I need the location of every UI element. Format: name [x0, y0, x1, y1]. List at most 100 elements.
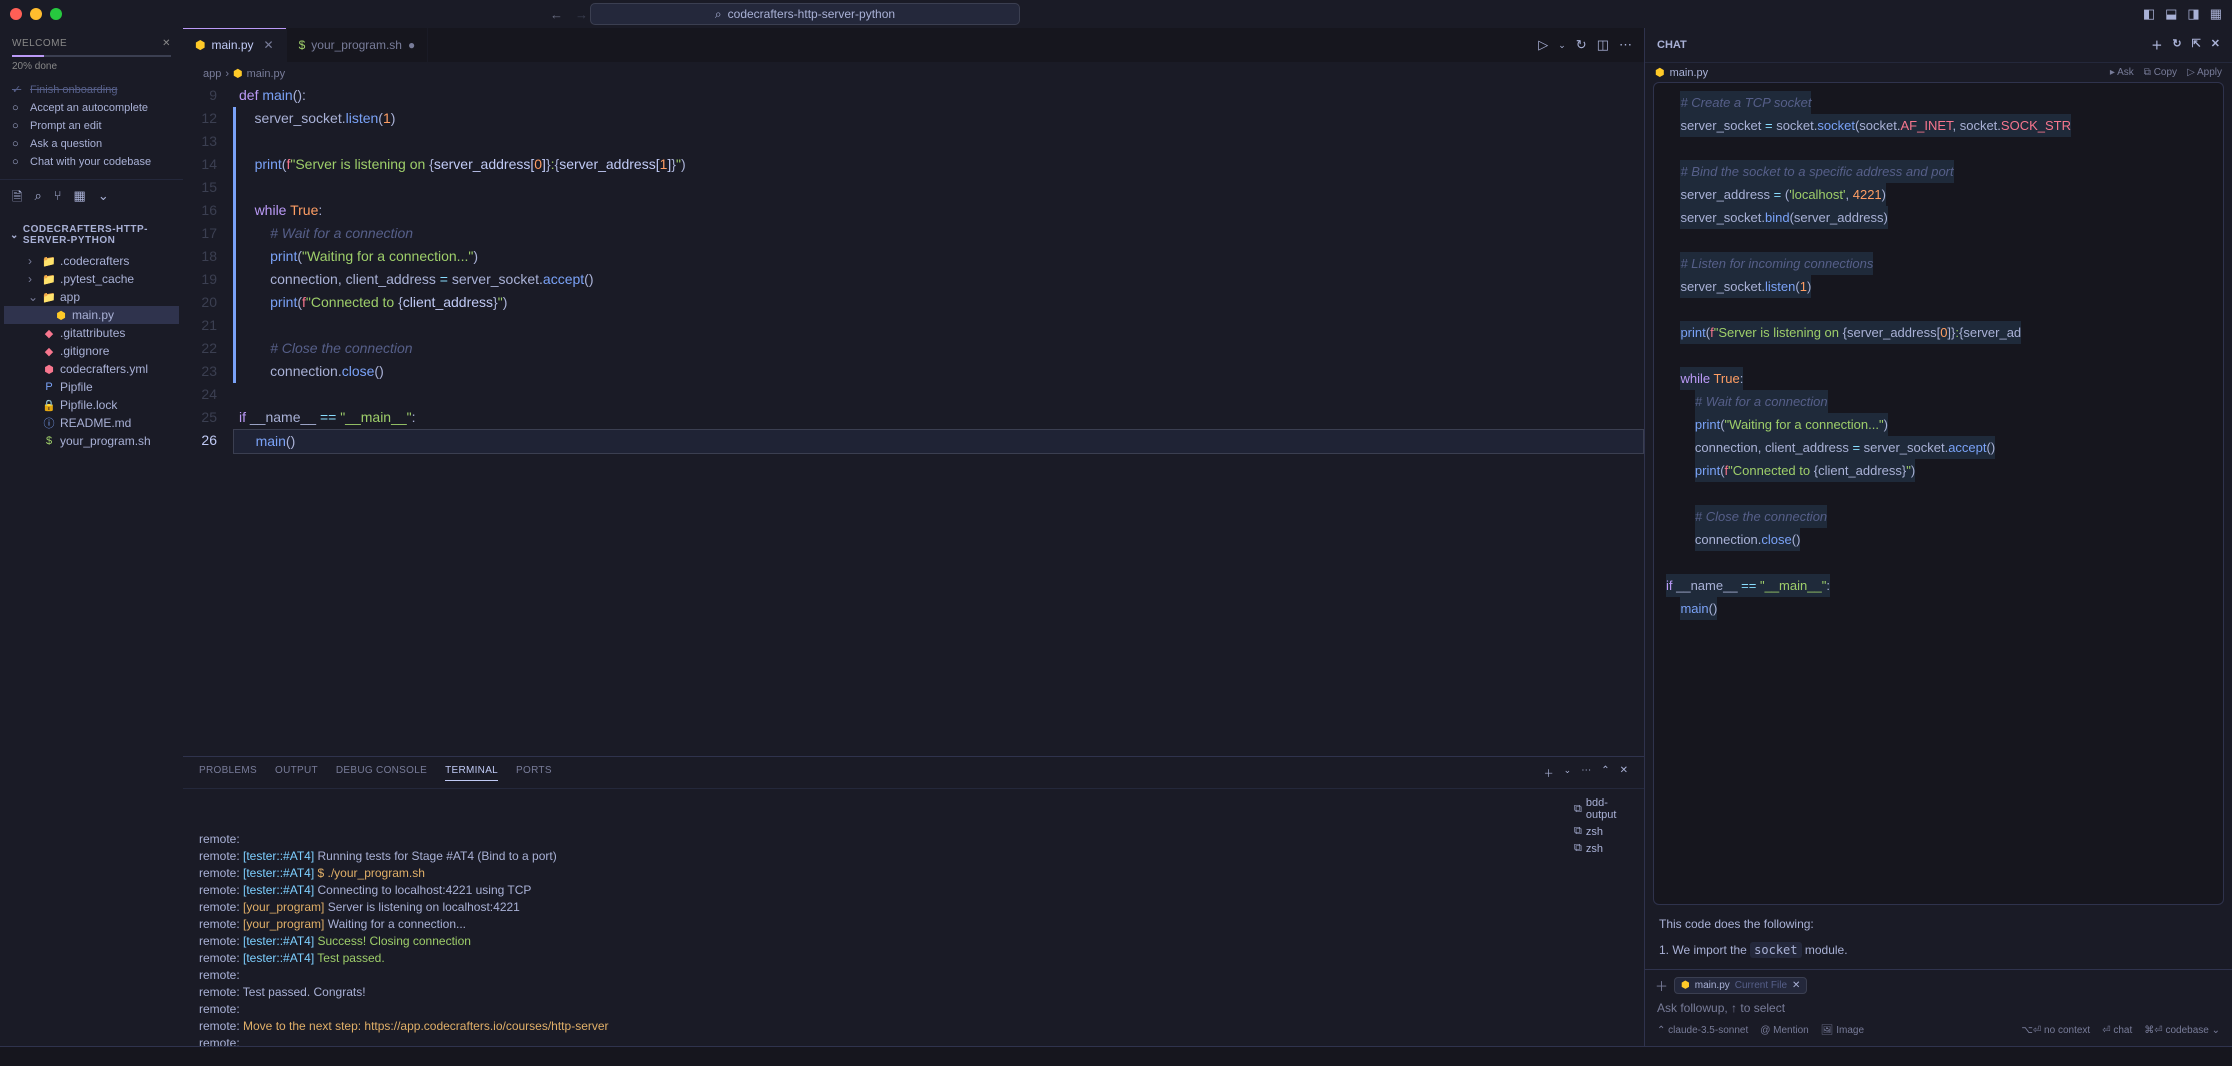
chat-header-title: CHAT	[1657, 39, 1687, 51]
code-editor[interactable]: 9121314151617181920212223242526 def main…	[183, 84, 1644, 756]
tree-item[interactable]: 🔒Pipfile.lock	[4, 396, 179, 414]
chat-code-block[interactable]: # Create a TCP socket server_socket = so…	[1653, 82, 2224, 905]
terminal-tab[interactable]: TERMINAL	[445, 765, 498, 781]
tree-item[interactable]: ⓘREADME.md	[4, 414, 179, 432]
chat-close-icon[interactable]: ✕	[2211, 37, 2220, 53]
welcome-item[interactable]: ○Accept an autocomplete	[0, 99, 183, 117]
search-tool-icon[interactable]: ⌕	[34, 188, 41, 210]
split-editor-icon[interactable]: ◫	[1597, 37, 1609, 53]
tree-item[interactable]: $your_program.sh	[4, 432, 179, 450]
tree-item-label: .gitattributes	[60, 326, 125, 340]
breadcrumb-folder: app	[203, 68, 221, 80]
py-icon: ⬢	[195, 38, 205, 52]
status-icon: ✓	[12, 83, 24, 96]
chat-image-button[interactable]: 🖼 Image	[1821, 1025, 1864, 1036]
chat-send-button[interactable]: ⏎ chat	[2102, 1025, 2132, 1036]
tree-item[interactable]: ⌄📁app	[4, 288, 179, 306]
statusbar[interactable]	[0, 1046, 2232, 1066]
chat-codebase-button[interactable]: ⌘⏎ codebase ⌄	[2144, 1025, 2220, 1036]
tab-close-icon[interactable]: ✕	[264, 38, 274, 52]
more-actions-icon[interactable]: ⋯	[1619, 37, 1632, 53]
layout-panel-icon[interactable]: ⬓	[2165, 6, 2177, 22]
tree-item[interactable]: ⬢codecrafters.yml	[4, 360, 179, 378]
explorer-title: CODECRAFTERS-HTTP-SERVER-PYTHON	[23, 224, 173, 246]
terminal-tab[interactable]: PROBLEMS	[199, 765, 257, 781]
tree-item[interactable]: ›📁.pytest_cache	[4, 270, 179, 288]
breadcrumb[interactable]: app › ⬢ main.py	[183, 63, 1644, 84]
chat-input[interactable]: Ask followup, ↑ to select	[1655, 995, 2222, 1021]
terminal-maximize-icon[interactable]: ⌃	[1601, 765, 1609, 780]
lock-icon: 🔒	[42, 398, 56, 412]
terminal-close-icon[interactable]: ✕	[1620, 765, 1628, 780]
terminal-session[interactable]: ⧉zsh	[1570, 840, 1638, 857]
editor-tab[interactable]: $your_program.sh●	[287, 28, 429, 62]
run-button[interactable]: ▷	[1538, 37, 1548, 53]
extensions-icon[interactable]: ▦	[74, 188, 86, 210]
layout-primary-icon[interactable]: ◧	[2143, 6, 2155, 22]
tree-item-label: Pipfile	[60, 380, 93, 394]
pill-close-icon[interactable]: ✕	[1792, 980, 1800, 991]
run-dropdown-icon[interactable]: ⌄	[1558, 40, 1566, 51]
layout-customize-icon[interactable]: ▦	[2210, 6, 2222, 22]
editor-tab[interactable]: ⬢main.py✕	[183, 28, 287, 62]
pip-icon: P	[42, 380, 56, 394]
status-icon: ○	[12, 138, 24, 150]
chat-ask-button[interactable]: ▸ Ask	[2110, 67, 2134, 78]
folder-icon: 📁	[42, 290, 56, 304]
welcome-item[interactable]: ○Chat with your codebase	[0, 153, 183, 171]
chat-mention-button[interactable]: @ Mention	[1760, 1025, 1809, 1036]
terminal-output[interactable]: remote: remote: [tester::#AT4] Running t…	[183, 789, 1564, 1046]
tree-item[interactable]: ›📁.codecrafters	[4, 252, 179, 270]
welcome-item[interactable]: ○Ask a question	[0, 135, 183, 153]
terminal-session[interactable]: ⧉bdd-output	[1570, 795, 1638, 823]
welcome-item[interactable]: ○Prompt an edit	[0, 117, 183, 135]
tree-item[interactable]: P Pipfile	[4, 378, 179, 396]
terminal-more-icon[interactable]: ⋯	[1581, 765, 1591, 780]
chat-pill-scope: Current File	[1735, 980, 1787, 991]
md-icon: ⓘ	[42, 416, 56, 430]
chat-explain-item: 1. We import the	[1659, 943, 1750, 957]
terminal-tab[interactable]: OUTPUT	[275, 765, 318, 781]
chat-explanation: This code does the following: 1. We impo…	[1645, 905, 2232, 969]
timeline-icon[interactable]: ↻	[1576, 37, 1587, 53]
tree-item[interactable]: ⬢main.py	[4, 306, 179, 324]
chat-dock-icon[interactable]: ⇱	[2192, 37, 2201, 53]
terminal-new-icon[interactable]: ＋	[1544, 765, 1554, 780]
new-chat-icon[interactable]: ＋	[2151, 37, 2162, 53]
terminal-tab[interactable]: PORTS	[516, 765, 552, 781]
terminal-tab[interactable]: DEBUG CONSOLE	[336, 765, 427, 781]
minimize-window-button[interactable]	[30, 8, 42, 20]
explorer-header[interactable]: ⌄ CODECRAFTERS-HTTP-SERVER-PYTHON	[0, 218, 183, 252]
chat-nocontext[interactable]: ⌥⏎ no context	[2021, 1025, 2090, 1036]
layout-secondary-icon[interactable]: ◨	[2187, 6, 2199, 22]
status-icon: ○	[12, 156, 24, 168]
nav-forward-button[interactable]: →	[575, 7, 588, 22]
editor-area: ⬢main.py✕$your_program.sh● ▷ ⌄ ↻ ◫ ⋯ app…	[183, 28, 1644, 1046]
chat-history-icon[interactable]: ↻	[2172, 37, 2181, 53]
chat-model-selector[interactable]: ⌃ claude-3.5-sonnet	[1657, 1025, 1748, 1036]
folder-icon: 📁	[42, 254, 56, 268]
terminal-dropdown-icon[interactable]: ⌄	[1564, 765, 1572, 780]
close-window-button[interactable]	[10, 8, 22, 20]
yml-icon: ⬢	[42, 362, 56, 376]
nav-back-button[interactable]: ←	[550, 7, 563, 22]
source-control-icon[interactable]: ⑂	[54, 188, 62, 210]
tree-item[interactable]: ◆.gitignore	[4, 342, 179, 360]
add-context-button[interactable]: ＋	[1655, 976, 1668, 995]
welcome-item[interactable]: ✓Finish onboarding	[0, 80, 183, 99]
welcome-close-icon[interactable]: ✕	[162, 38, 171, 49]
tree-item[interactable]: ◆.gitattributes	[4, 324, 179, 342]
search-text: codecrafters-http-server-python	[728, 7, 895, 21]
terminal-tabs: PROBLEMS OUTPUT DEBUG CONSOLE TERMINAL PORTS…	[183, 757, 1644, 789]
maximize-window-button[interactable]	[50, 8, 62, 20]
new-file-icon[interactable]: 🗎	[12, 188, 22, 210]
chat-context-pill[interactable]: ⬢ main.py Current File ✕	[1674, 977, 1807, 994]
file-tree: ›📁.codecrafters›📁.pytest_cache⌄📁app⬢main…	[0, 252, 183, 450]
sh-icon: $	[299, 38, 306, 52]
command-center-search[interactable]: ⌕ codecrafters-http-server-python	[590, 3, 1020, 25]
terminal-session[interactable]: ⧉zsh	[1570, 823, 1638, 840]
chat-copy-button[interactable]: ⧉ Copy	[2144, 67, 2177, 78]
chat-apply-button[interactable]: ▷ Apply	[2187, 67, 2222, 78]
terminal-icon: ⧉	[1574, 825, 1582, 838]
chevron-down-icon[interactable]: ⌄	[98, 188, 109, 210]
